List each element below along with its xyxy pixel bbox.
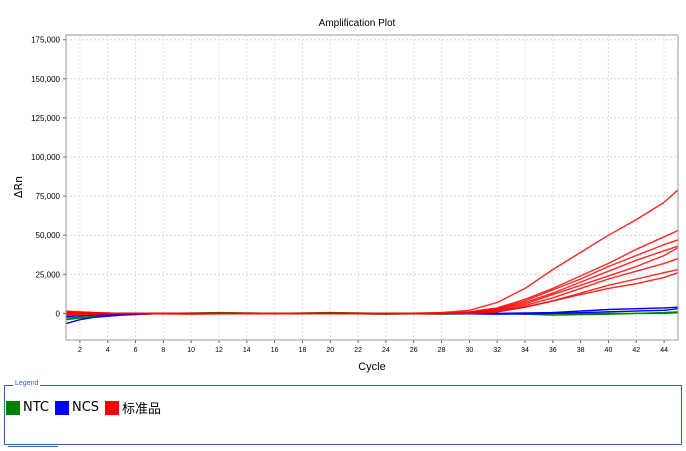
x-tick-label: 4 [106,347,110,354]
x-axis-label: Cycle [358,361,386,373]
x-tick-label: 28 [438,347,446,354]
legend-items: NTC NCS 标准品 [6,398,167,417]
legend-label-standard: 标准品 [122,402,162,417]
legend-swatch-ntc [6,400,20,415]
x-tick-label: 8 [161,347,165,354]
legend-item-standard[interactable]: 标准品 [105,398,161,417]
x-tick-label: 6 [134,347,138,354]
y-axis-label: ΔRn [12,176,25,198]
y-tick-label: 175,000 [31,36,60,45]
x-tick-label: 38 [577,347,585,354]
legend-item-ntc[interactable]: NTC [6,400,49,415]
x-tick-label: 24 [382,347,390,354]
x-tick-label: 30 [465,347,473,354]
x-tick-label: 22 [354,347,362,354]
x-tick-label: 26 [410,347,418,354]
legend-title: Legend [13,380,41,387]
legend-label-ncs: NCS [71,400,100,415]
y-tick-label: 100,000 [31,153,60,162]
legend-item-ncs[interactable]: NCS [54,400,100,415]
x-tick-label: 2 [78,347,82,354]
x-tick-label: 40 [605,347,613,354]
bottom-tab-edge [8,446,58,451]
y-tick-label: 75,000 [36,192,61,201]
amplification-plot: 0 25,000 50,000 75,000 100,000 125,000 150,000… [12,18,679,373]
chart-title: Amplification Plot [319,18,396,29]
x-tick-label: 20 [326,347,334,354]
x-tick-label: 34 [521,347,529,354]
legend: Legend NTC NCS 标准品 [4,380,682,445]
y-tick-label: 0 [56,309,61,318]
x-tick-label: 14 [243,347,251,354]
y-tick-label: 125,000 [31,114,60,123]
legend-swatch-ncs [54,400,69,415]
x-tick-label: 36 [549,347,557,354]
x-tick-label: 42 [632,347,640,354]
legend-label-ntc: NTC [23,400,49,415]
x-tick-label: 10 [187,347,195,354]
x-tick-label: 44 [660,347,668,354]
legend-swatch-standard [105,400,120,415]
x-tick-label: 12 [215,347,223,354]
plot-background [66,35,678,340]
x-tick-label: 18 [299,347,307,354]
y-tick-label: 25,000 [36,270,61,279]
x-tick-label: 32 [493,347,501,354]
x-tick-label: 16 [271,347,279,354]
y-tick-label: 50,000 [36,231,61,240]
y-tick-label: 150,000 [31,75,60,84]
